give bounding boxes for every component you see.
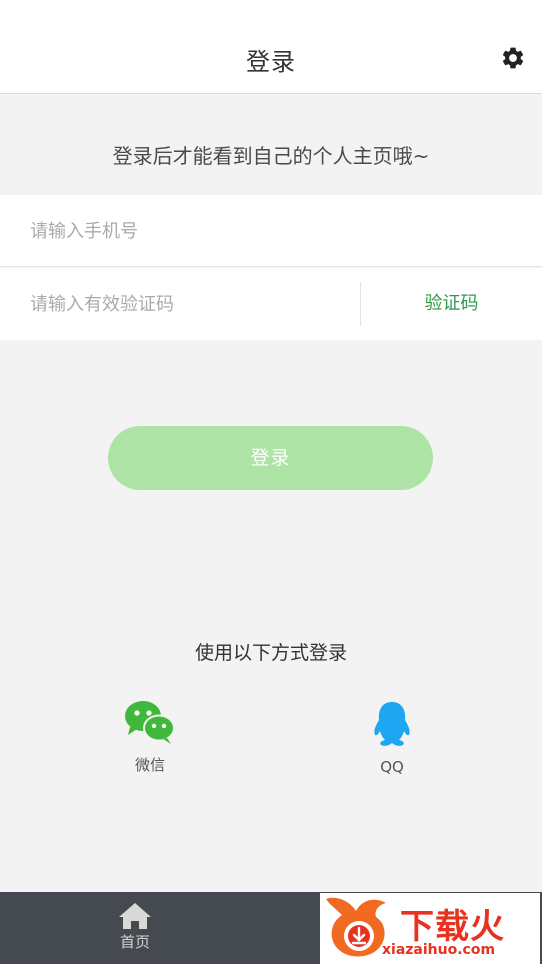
watermark-site: xiazaihuo.com (382, 942, 496, 958)
tab-home-label: 首页 (119, 933, 150, 951)
qq-icon (374, 702, 410, 746)
wechat-login-button[interactable]: 微信 (100, 700, 200, 775)
page-title: 登录 (246, 48, 296, 76)
tab-home[interactable]: 首页 (90, 892, 180, 964)
code-field-row: 验证码 (0, 268, 542, 340)
header-bar: 登录 (0, 0, 542, 94)
settings-button[interactable] (500, 45, 530, 75)
qq-login-button[interactable]: QQ (342, 700, 442, 776)
login-tip-text: 登录后才能看到自己的个人主页哦~ (112, 144, 430, 168)
watermark-logo: 下载火 xiazaihuo.com (320, 893, 540, 964)
qq-label: QQ (380, 758, 404, 776)
wechat-label: 微信 (134, 756, 165, 774)
alternative-login-title: 使用以下方式登录 (194, 642, 347, 664)
gear-icon (502, 47, 524, 69)
home-icon (119, 903, 151, 929)
get-code-button[interactable]: 验证码 (361, 268, 542, 340)
login-button[interactable]: 登录 (108, 426, 433, 490)
wechat-icon (125, 701, 175, 744)
phone-input[interactable] (30, 195, 510, 267)
watermark-brand: 下载火 (400, 907, 505, 947)
verification-code-input[interactable] (30, 268, 330, 340)
phone-field-row (0, 195, 542, 267)
